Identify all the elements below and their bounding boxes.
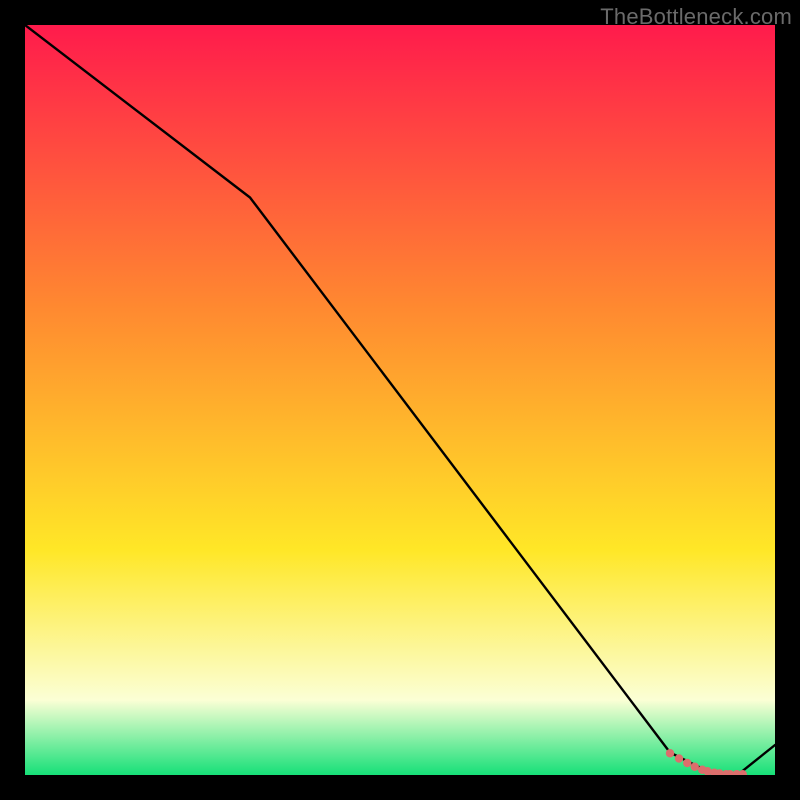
highlight-dot (675, 754, 683, 762)
gradient-background (25, 25, 775, 775)
highlight-dot (666, 749, 674, 757)
highlight-dot (691, 763, 699, 771)
chart-frame: TheBottleneck.com (0, 0, 800, 800)
highlight-dot (683, 759, 691, 767)
plot-svg (25, 25, 775, 775)
plot-area (25, 25, 775, 775)
